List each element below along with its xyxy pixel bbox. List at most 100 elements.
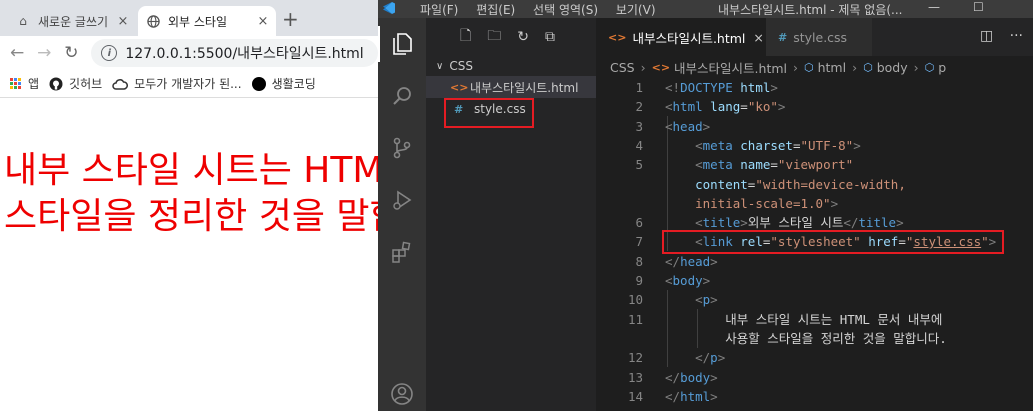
- vscode-window: 파일(F) 편집(E) 선택 영역(S) 보기(V) 내부스타일시트.html …: [378, 0, 1033, 411]
- code-line[interactable]: 3 <head>: [596, 117, 1033, 136]
- window-title: 내부스타일시트.html - 제목 없음(...: [718, 2, 903, 17]
- menu-selection[interactable]: 선택 영역(S): [533, 3, 598, 17]
- code-line[interactable]: 4 <meta charset="UTF-8">: [596, 136, 1033, 155]
- split-editor-icon[interactable]: ◫: [980, 28, 993, 44]
- code-token: <: [665, 273, 673, 288]
- menu-file[interactable]: 파일(F): [420, 3, 458, 17]
- editor-tab-css[interactable]: # style.css: [766, 18, 872, 56]
- code-line[interactable]: 1 <!DOCTYPE html>: [596, 78, 1033, 97]
- code-line[interactable]: 14 </html>: [596, 387, 1033, 406]
- code-token: =: [770, 157, 778, 173]
- code-line[interactable]: initial-scale=1.0">: [596, 194, 1033, 213]
- code-line[interactable]: 10 <p>: [596, 290, 1033, 309]
- browser-tab-strip: ⌂ 새로운 글쓰기 × 외부 스타일 × +: [0, 0, 378, 36]
- symbol-icon: ⬡: [924, 60, 935, 74]
- code-line[interactable]: 사용할 스타일을 정리한 것을 말합니다.: [596, 329, 1033, 348]
- line-number: 8: [635, 253, 643, 269]
- new-tab-button[interactable]: +: [282, 7, 299, 31]
- code-line[interactable]: content="width=device-width,: [596, 175, 1033, 194]
- breadcrumb-item[interactable]: p: [938, 60, 946, 75]
- code-line[interactable]: 12 </p>: [596, 348, 1033, 367]
- code-line[interactable]: 11 내부 스타일 시트는 HTML 문서 내부에: [596, 310, 1033, 329]
- code-token: p: [710, 350, 718, 366]
- reload-icon[interactable]: ↻: [64, 43, 83, 63]
- chevron-right-icon: ›: [852, 59, 858, 75]
- code-line[interactable]: 7 <link rel="stylesheet" href="style.css…: [596, 232, 1033, 251]
- breadcrumb-item[interactable]: body: [877, 60, 908, 75]
- github-icon: [49, 77, 63, 91]
- menu-edit[interactable]: 편집(E): [476, 3, 515, 17]
- line-number: 9: [635, 273, 643, 288]
- close-tab-icon[interactable]: ×: [114, 14, 132, 29]
- chevron-right-icon: ›: [640, 59, 646, 75]
- close-tab-icon[interactable]: ×: [753, 30, 763, 45]
- minimize-button[interactable]: —: [928, 0, 940, 14]
- code-line[interactable]: 6 <title>외부 스타일 시트</title>: [596, 213, 1033, 232]
- file-name: 내부스타일시트.html: [470, 80, 579, 95]
- maximize-button[interactable]: ☐: [973, 0, 984, 14]
- menu-view[interactable]: 보기(V): [616, 3, 656, 17]
- explorer-icon[interactable]: [378, 26, 414, 62]
- more-actions-icon[interactable]: ···: [1010, 28, 1023, 44]
- code-content: </body>: [665, 368, 718, 387]
- url-input[interactable]: i 127.0.0.1:5500/내부스타일시트.html: [91, 39, 378, 67]
- bookmark-label: 깃허브: [69, 77, 103, 91]
- search-icon[interactable]: [390, 84, 414, 108]
- file-item-html[interactable]: <> 내부스타일시트.html: [426, 76, 596, 98]
- bookmark-apps[interactable]: 앱: [10, 75, 39, 92]
- folder-css[interactable]: ∨ CSS: [426, 56, 596, 76]
- code-token: html: [740, 80, 771, 95]
- browser-tab[interactable]: ⌂ 새로운 글쓰기 ×: [8, 6, 136, 36]
- back-arrow-icon[interactable]: ←: [10, 43, 29, 63]
- code-content: </html>: [665, 387, 718, 406]
- source-control-icon[interactable]: [390, 136, 414, 160]
- editor-tab-html[interactable]: <> 내부스타일시트.html ×: [596, 18, 766, 56]
- explorer-toolbar: 🗋 🗀 ↻ ⧉: [426, 18, 596, 56]
- line-number: 6: [635, 215, 643, 231]
- code-line[interactable]: 13 </body>: [596, 368, 1033, 387]
- code-token: "stylesheet": [770, 234, 861, 250]
- code-token: ": [981, 234, 989, 250]
- breadcrumb-item[interactable]: html: [818, 60, 846, 75]
- code-token: "ko": [747, 99, 778, 115]
- extensions-icon[interactable]: [390, 240, 414, 264]
- symbol-icon: ⬡: [863, 60, 873, 74]
- code-line[interactable]: 2 <html lang="ko">: [596, 97, 1033, 116]
- browser-tab-active[interactable]: 외부 스타일 ×: [138, 6, 276, 36]
- new-file-icon[interactable]: 🗋: [460, 25, 471, 49]
- html-file-icon: <>: [608, 30, 627, 44]
- forward-arrow-icon[interactable]: →: [37, 43, 56, 63]
- breadcrumb-item[interactable]: 내부스타일시트.html: [674, 58, 787, 77]
- line-number: 12: [627, 350, 643, 366]
- editor-actions: ◫ ···: [968, 28, 1023, 44]
- close-tab-icon[interactable]: ×: [254, 14, 272, 29]
- bookmark-life-coding[interactable]: 생활코딩: [251, 75, 316, 92]
- code-token: >: [710, 253, 718, 269]
- account-icon[interactable]: [390, 382, 414, 406]
- apps-grid-icon: [10, 77, 22, 90]
- code-token: >: [770, 80, 778, 95]
- new-folder-icon[interactable]: 🗀: [487, 25, 501, 49]
- info-icon[interactable]: i: [101, 45, 118, 61]
- code-line[interactable]: 9 <body>: [596, 271, 1033, 290]
- vscode-logo-icon: [378, 1, 400, 18]
- breadcrumb-item[interactable]: CSS: [610, 60, 635, 75]
- code-content: 내부 스타일 시트는 HTML 문서 내부에: [665, 310, 942, 329]
- run-debug-icon[interactable]: [390, 188, 414, 212]
- bookmark-github[interactable]: 깃허브: [49, 75, 102, 92]
- collapse-all-icon[interactable]: ⧉: [545, 29, 555, 45]
- code-editor[interactable]: 1 <!DOCTYPE html> 2 <html lang="ko"> 3 <head>…: [596, 78, 1033, 411]
- code-token: =: [898, 234, 906, 250]
- bookmark-everyone-developer[interactable]: 모두가 개발자가 된...: [112, 75, 242, 92]
- line-number: 5: [635, 157, 643, 173]
- breadcrumb: CSS › <> 내부스타일시트.html › ⬡ html › ⬡ body …: [596, 56, 1033, 78]
- code-token: <: [695, 157, 703, 173]
- code-line[interactable]: 8 </head>: [596, 252, 1033, 271]
- code-line[interactable]: 5 <meta name="viewport": [596, 155, 1033, 174]
- code-token: style.css: [913, 234, 982, 250]
- refresh-icon[interactable]: ↻: [517, 29, 529, 45]
- code-content: <p>: [665, 290, 718, 309]
- code-content: 사용할 스타일을 정리한 것을 말합니다.: [665, 329, 947, 348]
- code-content: content="width=device-width,: [665, 175, 906, 194]
